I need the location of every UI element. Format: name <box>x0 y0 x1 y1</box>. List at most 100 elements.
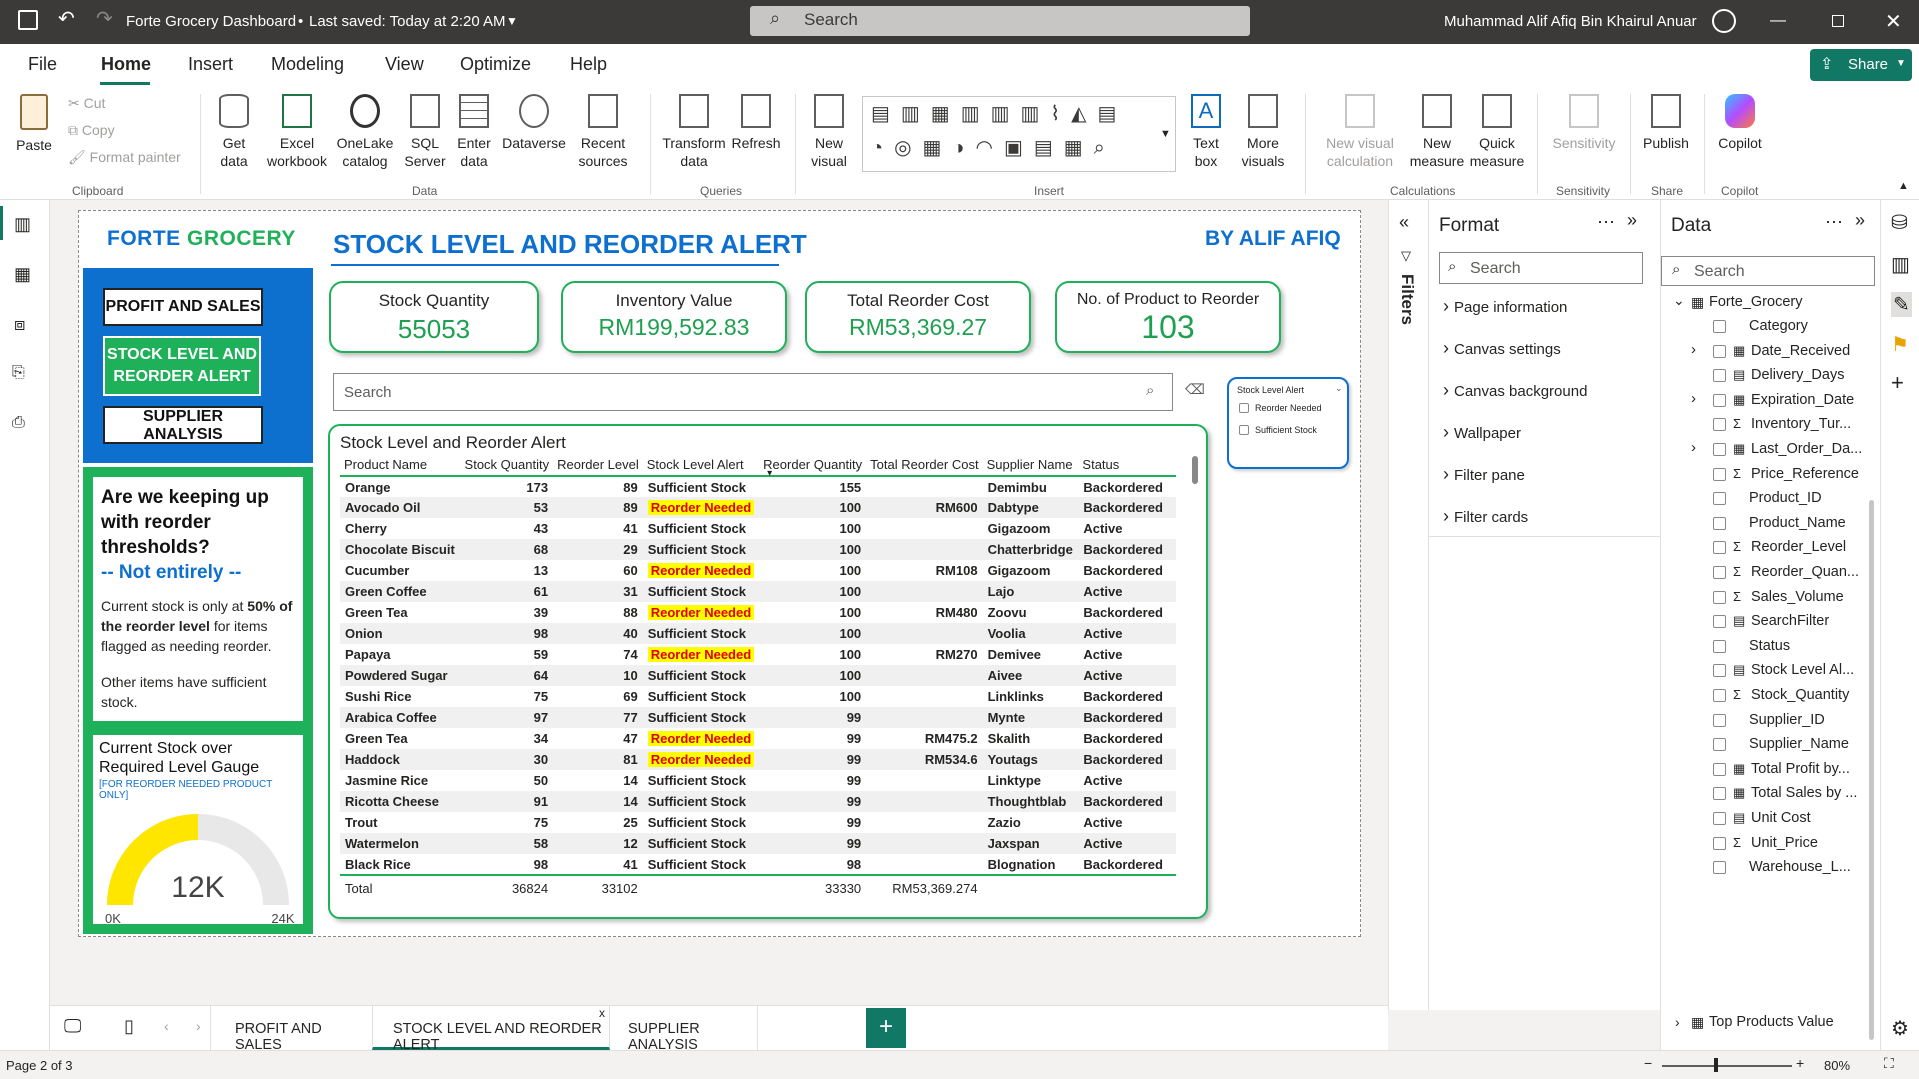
nav-profit-and-sales-button[interactable]: PROFIT AND SALES <box>103 288 263 326</box>
field-checkbox[interactable] <box>1713 467 1726 481</box>
table-row[interactable]: Orange 173 89 Sufficient Stock 155 Demimbu Bac… <box>340 476 1176 497</box>
field-item[interactable]: Total Profit by... <box>1751 761 1850 777</box>
zoom-level[interactable]: 80% <box>1824 1058 1850 1073</box>
desktop-layout-icon[interactable]: 🖵 <box>64 1016 81 1037</box>
field-checkbox[interactable] <box>1713 664 1726 678</box>
column-header[interactable]: Stock Quantity <box>459 454 554 477</box>
tab-scroll-left-icon[interactable]: ‹ <box>164 1018 169 1034</box>
column-header[interactable]: Stock Level Alert <box>642 454 760 477</box>
cut-button[interactable]: ✂ Cut <box>68 94 105 112</box>
data-search-input[interactable]: ⌕ Search <box>1661 256 1875 286</box>
transform-data-button[interactable]: Transform data <box>660 94 728 170</box>
table-row[interactable]: Sushi Rice 75 69 Sufficient Stock 100 Linklin… <box>340 686 1176 707</box>
sensitivity-button[interactable]: Sensitivity <box>1544 94 1624 152</box>
column-header[interactable]: Reorder Quantity ▾ <box>759 454 867 479</box>
tab-profit-and-sales[interactable]: PROFIT AND SALES <box>210 1006 372 1053</box>
zoom-in-icon[interactable]: + <box>1796 1055 1804 1071</box>
quick-measure-button[interactable]: Quick measure <box>1468 94 1526 170</box>
field-item[interactable]: Warehouse_L... <box>1749 859 1851 875</box>
table-row[interactable]: Cherry 43 41 Sufficient Stock 100 Gigazoom Act… <box>340 518 1176 539</box>
field-checkbox[interactable] <box>1713 590 1726 604</box>
field-checkbox[interactable] <box>1713 713 1726 727</box>
avatar-icon[interactable] <box>1712 9 1736 33</box>
column-header[interactable]: Supplier Name <box>982 454 1079 477</box>
nav-stock-level-button[interactable]: STOCK LEVEL AND REORDER ALERT <box>103 336 261 396</box>
table-scrollbar[interactable] <box>1192 456 1198 484</box>
sql-server-button[interactable]: SQL Server <box>400 94 450 170</box>
maximize-icon[interactable] <box>1832 15 1844 27</box>
zoom-slider[interactable] <box>1662 1065 1792 1067</box>
dax-query-icon[interactable]: ⎘ <box>12 364 25 382</box>
table-row[interactable]: Green Tea 39 88 Reorder Needed 100 RM480 Zoovu… <box>340 602 1176 623</box>
global-search-input[interactable]: ⌕ Search <box>750 6 1250 36</box>
format-visual-icon[interactable]: ✎ <box>1891 292 1912 317</box>
field-item[interactable]: Status <box>1749 638 1790 654</box>
field-checkbox[interactable] <box>1713 738 1726 752</box>
field-item[interactable]: Date_Received <box>1751 343 1850 359</box>
field-checkbox[interactable] <box>1713 566 1726 579</box>
minimize-icon[interactable]: — <box>1770 12 1786 30</box>
enter-data-button[interactable]: Enter data <box>452 94 496 170</box>
chevron-right-icon[interactable]: › <box>1691 439 1696 456</box>
collapse-pane-icon[interactable]: » <box>1627 210 1637 231</box>
table-row[interactable]: Black Rice 98 41 Sufficient Stock 98 Blognati… <box>340 854 1176 875</box>
field-checkbox[interactable] <box>1713 320 1726 333</box>
slicer-option-reorder[interactable]: Reorder Needed <box>1255 403 1322 413</box>
get-data-button[interactable]: Get data <box>208 94 260 170</box>
table-view-icon[interactable]: ▦ <box>14 264 31 285</box>
table-row[interactable]: Papaya 59 74 Reorder Needed 100 RM270 Demivee A… <box>340 644 1176 665</box>
field-item[interactable]: Total Sales by ... <box>1751 785 1857 801</box>
field-item[interactable]: Price_Reference <box>1751 466 1859 482</box>
new-measure-button[interactable]: New measure <box>1408 94 1466 170</box>
menu-insert[interactable]: Insert <box>188 54 233 75</box>
fit-to-page-icon[interactable]: ⛶ <box>1884 1055 1894 1072</box>
table-row[interactable]: Haddock 30 81 Reorder Needed 99 RM534.6 Youtag… <box>340 749 1176 770</box>
field-checkbox[interactable] <box>1713 516 1726 530</box>
format-section-filter-cards[interactable]: › Filter cards <box>1443 506 1528 527</box>
field-checkbox[interactable] <box>1713 492 1726 506</box>
redo-icon[interactable]: ↷ <box>96 6 113 31</box>
table-row[interactable]: Watermelon 58 12 Sufficient Stock 99 Jaxspan A… <box>340 833 1176 854</box>
more-visuals-button[interactable]: More visuals <box>1232 94 1294 170</box>
slicer-option-sufficient[interactable]: Sufficient Stock <box>1255 425 1317 435</box>
field-item[interactable]: Expiration_Date <box>1751 392 1854 408</box>
model-view-icon[interactable]: ⧈ <box>14 314 25 335</box>
field-checkbox[interactable] <box>1713 344 1726 358</box>
visualizations-icon[interactable]: ▥ <box>1891 252 1910 277</box>
copy-button[interactable]: ⧉ Copy <box>68 121 115 139</box>
tab-scroll-right-icon[interactable]: › <box>196 1018 201 1034</box>
close-tab-icon[interactable]: x <box>599 1006 605 1020</box>
field-item[interactable]: Last_Order_Da... <box>1751 441 1862 457</box>
collapse-pane-icon[interactable]: » <box>1855 210 1865 231</box>
report-view-icon[interactable]: ▥ <box>14 214 31 235</box>
table-row[interactable]: Jasmine Rice 50 14 Sufficient Stock 99 Linkty… <box>340 770 1176 791</box>
column-header[interactable]: Status <box>1078 454 1176 477</box>
format-painter-button[interactable]: 🖌 Format painter <box>68 148 181 166</box>
more-options-icon[interactable]: ⋯ <box>1597 212 1615 233</box>
field-checkbox[interactable] <box>1713 443 1726 456</box>
publish-button[interactable]: Publish <box>1638 94 1694 152</box>
field-checkbox[interactable] <box>1713 787 1726 801</box>
zoom-out-icon[interactable]: − <box>1644 1055 1652 1071</box>
field-checkbox[interactable] <box>1713 393 1726 407</box>
add-page-button[interactable]: + <box>866 1008 906 1048</box>
menu-optimize[interactable]: Optimize <box>460 54 531 75</box>
field-checkbox[interactable] <box>1713 369 1726 383</box>
field-item[interactable]: Category <box>1749 318 1808 334</box>
save-icon[interactable] <box>18 10 38 30</box>
field-item[interactable]: Stock Level Al... <box>1751 662 1854 678</box>
format-section-canvas-settings[interactable]: › Canvas settings <box>1443 338 1561 359</box>
field-checkbox[interactable] <box>1713 615 1726 629</box>
new-visual-calculation-button[interactable]: New visual calculation <box>1314 94 1406 170</box>
field-checkbox[interactable] <box>1713 861 1726 875</box>
field-checkbox[interactable] <box>1713 689 1726 702</box>
add-pane-icon[interactable]: + <box>1891 370 1904 396</box>
table-row[interactable]: Onion 98 40 Sufficient Stock 100 Voolia Active <box>340 623 1176 644</box>
table-row[interactable]: Green Coffee 61 31 Sufficient Stock 100 Lajo A… <box>340 581 1176 602</box>
column-header[interactable]: Reorder Level <box>553 454 643 477</box>
other-table-name[interactable]: Top Products Value <box>1709 1014 1834 1030</box>
table-row[interactable]: Chocolate Biscuit 68 29 Sufficient Stock 100… <box>340 539 1176 560</box>
new-visual-button[interactable]: New visual <box>804 94 854 170</box>
product-search-input[interactable]: Search ⌕ <box>333 373 1173 411</box>
chevron-right-icon[interactable]: › <box>1675 1014 1680 1030</box>
